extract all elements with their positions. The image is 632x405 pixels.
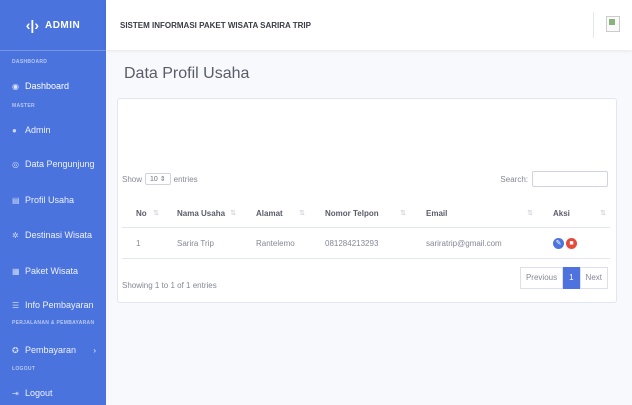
avatar[interactable] — [606, 16, 620, 32]
sidebar-item-label: Logout — [25, 388, 53, 398]
sidebar-section-logout: LOGOUT — [12, 366, 36, 372]
brand-logo-icon: ‹|› — [25, 17, 39, 33]
sidebar-item-info-pembayaran[interactable]: ☰ Info Pembayaran — [0, 298, 106, 312]
map-icon: ✲ — [12, 230, 19, 240]
cell-no: 1 — [122, 227, 161, 259]
sidebar-item-profil-usaha[interactable]: ▤ Profil Usaha — [0, 193, 106, 207]
dashboard-icon: ◉ — [12, 81, 19, 91]
sidebar-item-dashboard[interactable]: ◉ Dashboard — [0, 79, 106, 93]
cell-nama-usaha: Sarira Trip — [161, 227, 240, 259]
next-button[interactable]: Next — [579, 267, 608, 289]
user-icon: ● — [12, 125, 17, 135]
sort-icon: ⇅ — [600, 209, 606, 217]
sidebar-item-label: Admin — [25, 125, 51, 135]
sidebar-item-label: Data Pengunjung — [25, 159, 95, 169]
entries-label: entries — [173, 174, 198, 184]
sidebar-section-dashboard: DASHBOARD — [12, 59, 48, 65]
search-control: Search: — [500, 171, 608, 187]
sidebar-section-perjalanan: PERJALANAN & PEMBAYARAN — [12, 320, 95, 326]
sort-icon: ⇅ — [299, 209, 305, 217]
sidebar-item-label: Info Pembayaran — [25, 300, 94, 310]
column-header-email[interactable]: Email ⇅ — [410, 199, 537, 228]
pagination: Previous 1 Next — [519, 267, 608, 289]
delete-button[interactable]: ■ — [566, 237, 577, 249]
package-icon: ▦ — [12, 266, 20, 276]
column-header-alamat[interactable]: Alamat ⇅ — [240, 199, 309, 228]
sidebar-item-label: Pembayaran — [25, 345, 77, 355]
sidebar-item-paket-wisata[interactable]: ▦ Paket Wisata — [0, 264, 106, 278]
sidebar-item-data-pengunjung[interactable]: ◎ Data Pengunjung — [0, 157, 106, 171]
users-icon: ◎ — [12, 159, 19, 169]
sidebar-item-logout[interactable]: ⇥ Logout — [0, 386, 106, 400]
table-row: 1 Sarira Trip Rantelemo 081284213293 sar… — [122, 227, 610, 259]
money-icon: ✪ — [12, 345, 19, 355]
cell-alamat: Rantelemo — [240, 227, 309, 259]
trash-icon: ■ — [569, 239, 574, 247]
page-button-1[interactable]: 1 — [563, 267, 580, 289]
app-title: SISTEM INFORMASI PAKET WISATA SARIRA TRI… — [120, 20, 311, 30]
data-card: Show 10 ⇕ entries Search: No ⇅ Nama Usaha… — [117, 98, 617, 303]
previous-button[interactable]: Previous — [519, 267, 564, 289]
sidebar: ‹|› ADMIN DASHBOARD ◉ Dashboard MASTER ●… — [0, 0, 106, 405]
column-header-nama-usaha[interactable]: Nama Usaha ⇅ — [161, 199, 240, 228]
column-header-no[interactable]: No ⇅ — [122, 199, 161, 228]
topbar-divider — [593, 12, 594, 38]
data-table: No ⇅ Nama Usaha ⇅ Alamat ⇅ Nomor Telpon ⇅ Em… — [122, 199, 610, 259]
topbar: SISTEM INFORMASI PAKET WISATA SARIRA TRI… — [106, 0, 632, 50]
sidebar-item-destinasi-wisata[interactable]: ✲ Destinasi Wisata — [0, 228, 106, 242]
sort-icon: ⇅ — [230, 209, 236, 217]
search-label: Search: — [500, 174, 528, 184]
sidebar-item-admin[interactable]: ● Admin — [0, 123, 106, 137]
chevron-right-icon: › — [93, 345, 96, 355]
cell-email: sariratrip@gmail.com — [410, 227, 537, 259]
sidebar-item-label: Profil Usaha — [25, 195, 75, 205]
cell-aksi: ✎ ■ — [537, 227, 610, 259]
search-input[interactable] — [532, 171, 608, 187]
building-icon: ▤ — [12, 195, 20, 205]
sidebar-item-label: Dashboard — [25, 81, 70, 91]
column-header-nomor-telpon[interactable]: Nomor Telpon ⇅ — [309, 199, 410, 228]
column-header-aksi[interactable]: Aksi ⇅ — [537, 199, 610, 228]
entries-select[interactable]: 10 ⇕ — [145, 173, 171, 185]
sidebar-item-pembayaran[interactable]: ✪ Pembayaran › — [0, 343, 106, 357]
entries-control: Show 10 ⇕ entries — [122, 173, 198, 185]
logout-icon: ⇥ — [12, 388, 19, 398]
edit-button[interactable]: ✎ — [553, 237, 564, 249]
sidebar-item-label: Paket Wisata — [25, 266, 79, 276]
page-title: Data Profil Usaha — [124, 65, 250, 82]
sidebar-item-label: Destinasi Wisata — [25, 230, 93, 240]
brand[interactable]: ‹|› ADMIN — [0, 0, 106, 51]
sort-icon: ⇅ — [153, 209, 159, 217]
table-info: Showing 1 to 1 of 1 entries — [122, 281, 217, 290]
list-icon: ☰ — [12, 300, 20, 310]
sidebar-section-master: MASTER — [12, 103, 35, 109]
brand-name: ADMIN — [44, 19, 81, 31]
sort-icon: ⇅ — [527, 209, 533, 217]
sort-icon: ⇅ — [400, 209, 406, 217]
edit-icon: ✎ — [555, 239, 562, 247]
cell-nomor-telpon: 081284213293 — [309, 227, 410, 259]
show-label: Show — [122, 174, 143, 184]
